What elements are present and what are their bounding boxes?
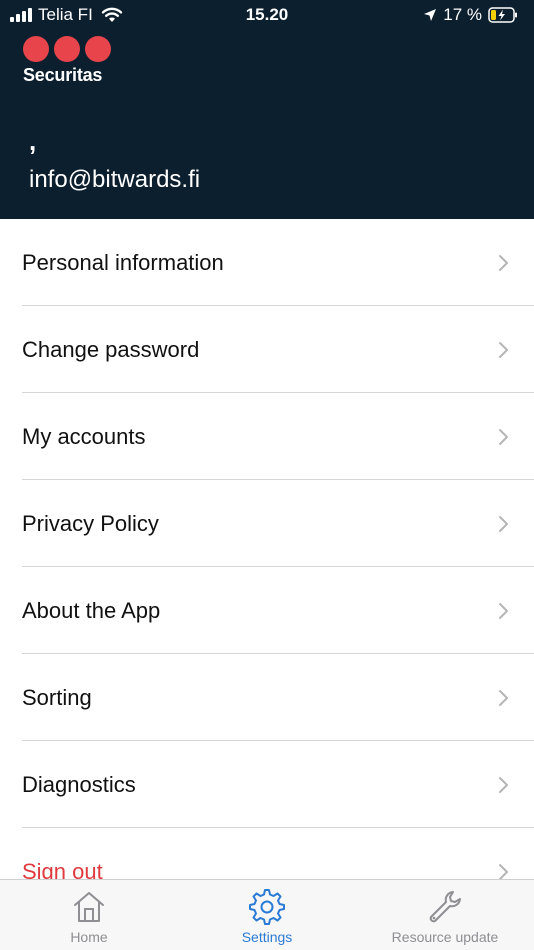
menu-item-label: About the App (22, 597, 161, 623)
chevron-right-icon (499, 515, 508, 532)
menu-item-personal-information[interactable]: Personal information (0, 219, 534, 306)
battery-charging-icon (488, 7, 517, 23)
tab-settings[interactable]: Settings (178, 880, 356, 950)
menu-item-my-accounts[interactable]: My accounts (0, 393, 534, 480)
menu-item-label: Privacy Policy (22, 510, 159, 536)
chevron-right-icon (499, 863, 508, 880)
chevron-right-icon (499, 428, 508, 445)
menu-item-privacy-policy[interactable]: Privacy Policy (0, 480, 534, 567)
menu-item-diagnostics[interactable]: Diagnostics (0, 741, 534, 828)
tab-resource-update[interactable]: Resource update (356, 880, 534, 950)
chevron-right-icon (499, 689, 508, 706)
chevron-right-icon (499, 602, 508, 619)
securitas-logo: Securitas (23, 36, 123, 86)
menu-item-label: Change password (22, 336, 200, 362)
menu-item-label: Personal information (22, 249, 224, 275)
chevron-right-icon (499, 254, 508, 271)
menu-item-change-password[interactable]: Change password (0, 306, 534, 393)
brand-name: Securitas (23, 65, 103, 85)
settings-menu: Personal information Change password My … (0, 219, 534, 915)
tab-label: Settings (241, 929, 293, 945)
tab-home[interactable]: Home (0, 880, 178, 950)
chevron-right-icon (499, 776, 508, 793)
menu-item-label: My accounts (22, 423, 146, 449)
home-icon (74, 892, 104, 922)
menu-item-label: Diagnostics (22, 771, 136, 797)
menu-item-sorting[interactable]: Sorting (0, 654, 534, 741)
wrench-icon (429, 891, 461, 923)
tab-label: Resource update (391, 929, 499, 945)
status-bar: Telia FI 15.20 17 % (0, 0, 534, 34)
gear-icon (249, 889, 285, 925)
menu-item-about-the-app[interactable]: About the App (0, 567, 534, 654)
location-arrow-icon (424, 9, 437, 21)
tab-label: Home (70, 929, 108, 945)
menu-item-label: Sorting (22, 684, 92, 710)
battery-percentage: 17 % (443, 5, 482, 24)
user-email: info@bitwards.fi (29, 166, 201, 193)
chevron-right-icon (499, 341, 508, 358)
tab-bar: Home Settings Resource update (0, 879, 534, 950)
user-name: , (29, 126, 37, 156)
profile-header: Telia FI 15.20 17 % Securitas , info@bit… (0, 0, 534, 219)
